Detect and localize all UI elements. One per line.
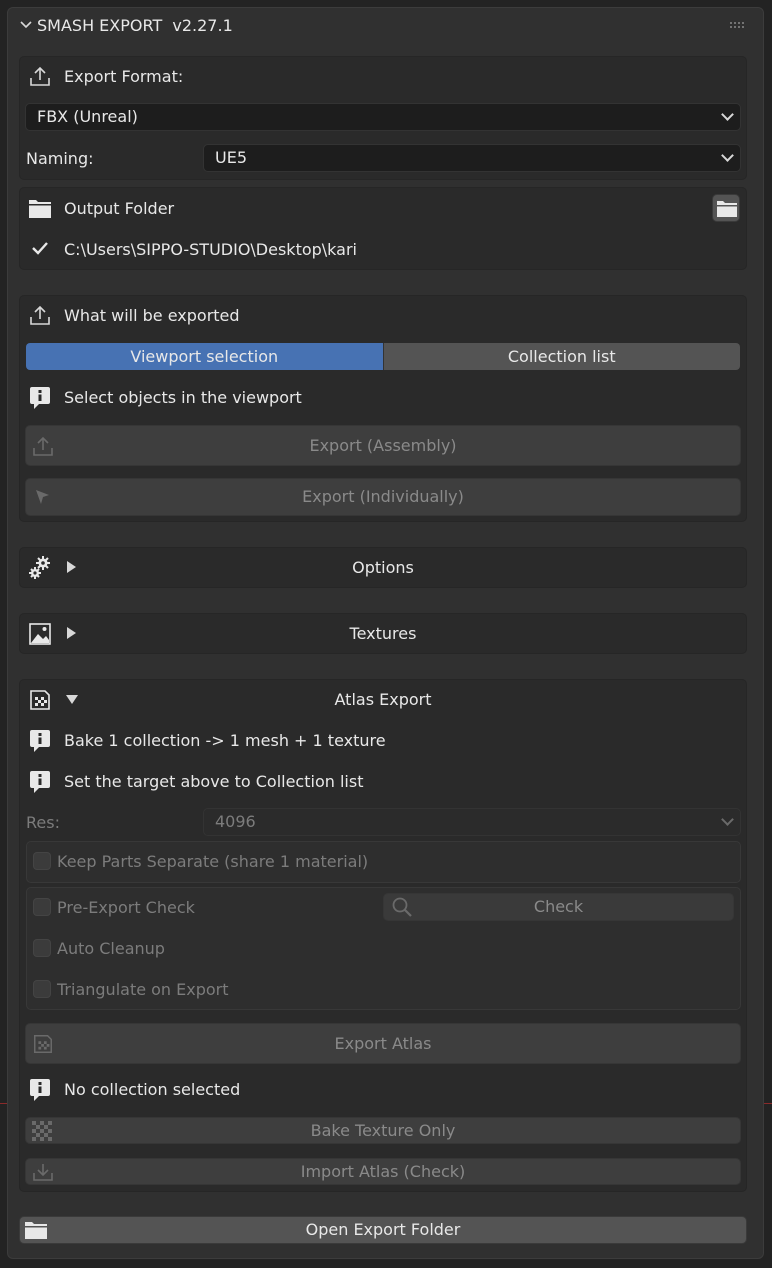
open-export-folder-button[interactable]: Open Export Folder: [19, 1216, 747, 1244]
import-atlas-button[interactable]: Import Atlas (Check): [25, 1158, 741, 1185]
export-target-toggle: Viewport selection Collection list: [25, 342, 741, 371]
drag-handle-icon[interactable]: [729, 21, 747, 29]
pre-export-check-label: Pre-Export Check: [57, 898, 195, 917]
info-icon: [30, 387, 50, 409]
naming-value: UE5: [215, 148, 247, 167]
check-button[interactable]: Check: [383, 893, 734, 921]
textures-label: Textures: [349, 624, 417, 643]
triangulate-label: Triangulate on Export: [57, 980, 229, 999]
naming-label: Naming:: [26, 149, 94, 168]
search-icon: [392, 897, 412, 917]
check-label: Check: [533, 897, 584, 916]
bake-texture-label: Bake Texture Only: [310, 1121, 456, 1140]
export-upload-icon: [33, 436, 53, 456]
viewport-info-text: Select objects in the viewport: [64, 388, 302, 407]
keep-parts-label: Keep Parts Separate (share 1 material): [57, 852, 369, 871]
folder-icon: [717, 201, 737, 217]
export-upload-icon: [30, 66, 50, 86]
export-format-dropdown[interactable]: FBX (Unreal): [25, 103, 741, 131]
export-assembly-button[interactable]: Export (Assembly): [25, 425, 741, 466]
export-individually-label: Export (Individually): [302, 487, 464, 506]
viewport-edge-right: [764, 1103, 772, 1104]
viewport-edge-left: [0, 1103, 7, 1104]
panel-title: SMASH EXPORT v2.27.1: [37, 16, 233, 35]
auto-cleanup-label: Auto Cleanup: [57, 939, 165, 958]
checker-texture-icon: [32, 1120, 52, 1141]
chevron-down-icon: [721, 108, 734, 121]
collapse-chevron-icon[interactable]: [19, 20, 33, 30]
export-upload-icon: [30, 305, 50, 325]
export-individually-button[interactable]: Export (Individually): [25, 478, 741, 516]
export-format-value: FBX (Unreal): [37, 107, 138, 126]
atlas-export-label: Atlas Export: [334, 690, 432, 709]
folder-icon: [29, 200, 51, 218]
tab-viewport-selection[interactable]: Viewport selection: [26, 343, 383, 370]
res-dropdown[interactable]: 4096: [203, 808, 741, 836]
tab-collection-list[interactable]: Collection list: [382, 343, 740, 370]
info-icon: [30, 771, 50, 793]
open-export-folder-label: Open Export Folder: [305, 1220, 461, 1239]
import-download-icon: [33, 1163, 53, 1181]
panel-header[interactable]: SMASH EXPORT v2.27.1: [7, 7, 764, 45]
atlas-info-bake: Bake 1 collection -> 1 mesh + 1 texture: [64, 731, 386, 750]
auto-cleanup-checkbox[interactable]: [33, 939, 51, 957]
checkmark-icon: [32, 242, 48, 255]
export-atlas-button[interactable]: Export Atlas: [25, 1023, 741, 1064]
pre-export-check-checkbox[interactable]: [33, 898, 51, 916]
triangulate-checkbox[interactable]: [33, 980, 51, 998]
output-folder-label: Output Folder: [64, 199, 175, 218]
keep-parts-checkbox[interactable]: [33, 852, 51, 870]
options-label: Options: [352, 558, 414, 577]
atlas-info-target: Set the target above to Collection list: [64, 772, 364, 791]
folder-icon: [25, 1222, 47, 1239]
info-icon: [30, 730, 50, 752]
export-assembly-label: Export (Assembly): [309, 436, 457, 455]
no-collection-text: No collection selected: [64, 1080, 241, 1099]
res-value: 4096: [215, 812, 256, 831]
export-atlas-label: Export Atlas: [334, 1034, 432, 1053]
res-label: Res:: [26, 813, 60, 832]
bake-texture-button[interactable]: Bake Texture Only: [25, 1117, 741, 1144]
atlas-checker-icon: [34, 1034, 52, 1053]
cursor-arrow-icon: [36, 490, 49, 504]
what-exported-label: What will be exported: [64, 306, 240, 325]
import-atlas-label: Import Atlas (Check): [300, 1162, 466, 1181]
naming-dropdown[interactable]: UE5: [203, 144, 741, 172]
info-icon: [30, 1079, 50, 1101]
output-folder-path: C:\Users\SIPPO-STUDIO\Desktop\kari: [64, 240, 357, 259]
browse-folder-button[interactable]: [712, 194, 740, 222]
chevron-down-icon: [721, 149, 734, 162]
chevron-down-icon: [721, 813, 734, 826]
export-format-label: Export Format:: [64, 67, 184, 86]
